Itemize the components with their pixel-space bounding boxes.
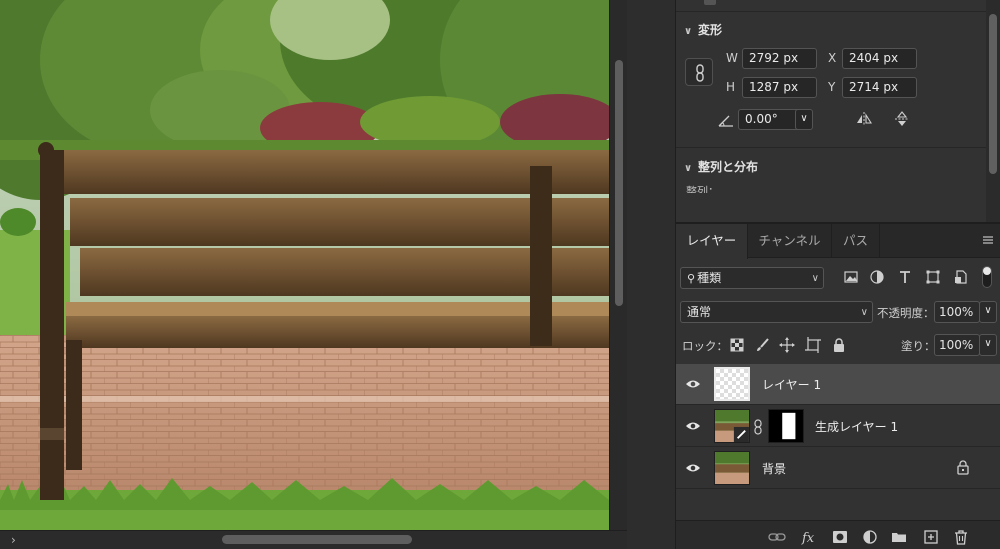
toggle-knob <box>983 267 991 275</box>
link-dimensions-button[interactable] <box>685 58 713 86</box>
lock-transparent-pixels-icon[interactable] <box>728 336 746 354</box>
layer-style-fx-icon[interactable]: fx <box>800 528 818 546</box>
canvas-vertical-scrollbar[interactable] <box>609 0 627 530</box>
layer-thumbnail-transparent <box>714 367 750 401</box>
opacity-field[interactable]: 100% <box>934 301 980 323</box>
layer-row-layer1[interactable]: レイヤー 1 <box>676 364 1000 405</box>
tab-paths[interactable]: パス <box>832 224 880 258</box>
chevron-down-icon: ∨ <box>800 113 808 124</box>
lock-image-pixels-icon[interactable] <box>754 336 772 354</box>
pixel-filter-icon[interactable] <box>842 268 860 286</box>
svg-text:fx: fx <box>801 531 815 546</box>
height-field[interactable]: 1287 px <box>742 77 817 98</box>
opacity-dropdown[interactable]: ∨ <box>979 301 997 323</box>
fill-label: 塗り： <box>901 339 936 353</box>
tab-channels[interactable]: チャンネル <box>748 224 832 258</box>
chevron-down-icon: ∨ <box>684 163 693 174</box>
chevron-down-icon: ∨ <box>684 26 693 37</box>
scroll-thumb[interactable] <box>615 60 623 306</box>
panel-gutter <box>627 0 676 549</box>
layer-row-background[interactable]: 背景 <box>676 448 1000 489</box>
adjustment-filter-icon[interactable] <box>868 268 886 286</box>
angle-dropdown[interactable]: ∨ <box>795 109 813 130</box>
visibility-eye-icon[interactable] <box>685 419 701 433</box>
document-canvas[interactable] <box>0 0 609 530</box>
shape-filter-icon[interactable] <box>924 268 942 286</box>
layer-thumbnail-background <box>714 451 750 485</box>
adjustment-layer-icon[interactable] <box>861 528 879 546</box>
y-position-field[interactable]: 2714 px <box>842 77 917 98</box>
new-group-folder-icon[interactable] <box>890 528 908 546</box>
align-sub-label: 整列： <box>686 185 719 193</box>
filter-label: 種類 <box>697 271 722 285</box>
scroll-thumb[interactable] <box>989 14 997 174</box>
link-icon <box>696 64 704 82</box>
transform-section-header[interactable]: ∨ 変形 <box>684 21 722 38</box>
layers-footer: fx <box>676 520 1000 549</box>
x-label: X <box>828 51 837 65</box>
smart-object-filter-icon[interactable] <box>952 268 970 286</box>
flip-horizontal-icon[interactable] <box>854 109 874 129</box>
new-layer-icon[interactable] <box>922 528 940 546</box>
swatch <box>704 0 716 5</box>
layer-name[interactable]: 生成レイヤー 1 <box>815 418 898 435</box>
chevron-down-icon: ∨ <box>860 307 868 318</box>
fill-dropdown[interactable]: ∨ <box>979 334 997 356</box>
align-section-header[interactable]: ∨ 整列と分布 <box>684 158 758 175</box>
visibility-eye-icon[interactable] <box>685 461 701 475</box>
link-layers-icon[interactable] <box>768 528 786 546</box>
layer-thumbnail-photo <box>714 409 750 443</box>
panel-tabs: レイヤー チャンネル パス <box>676 224 1000 259</box>
lock-all-icon[interactable] <box>830 336 848 354</box>
fill-field[interactable]: 100% <box>934 334 980 356</box>
lock-position-icon[interactable] <box>778 336 796 354</box>
tab-layers[interactable]: レイヤー <box>676 224 748 259</box>
layer-mask-thumbnail[interactable] <box>768 409 804 443</box>
chevron-right-icon[interactable]: › <box>11 533 16 547</box>
lock-label: ロック： <box>682 339 728 353</box>
layer-name[interactable]: レイヤー 1 <box>762 376 821 393</box>
mask-link-icon[interactable] <box>753 419 763 435</box>
h-label: H <box>726 80 736 94</box>
canvas-image <box>0 0 609 530</box>
blend-mode-value: 通常 <box>687 305 712 319</box>
y-label: Y <box>828 80 836 94</box>
trash-icon[interactable] <box>952 528 970 546</box>
width-field[interactable]: 2792 px <box>742 48 817 69</box>
chevron-down-icon: ∨ <box>984 338 992 349</box>
visibility-eye-icon[interactable] <box>685 377 701 391</box>
layer-lock-icon[interactable] <box>956 460 970 475</box>
properties-panel: ∨ 変形 W 2792 px X 2404 px H 1287 px Y 2714… <box>676 0 986 222</box>
layers-panel: レイヤー チャンネル パス ⚲ 種類 ∨ 通常 ∨ 不透明度： 100% ∨ ロッ… <box>676 222 1000 549</box>
previous-section-edge <box>676 0 986 12</box>
layer-name[interactable]: 背景 <box>762 460 786 477</box>
canvas-horizontal-scrollbar[interactable]: › <box>0 530 627 549</box>
search-icon: ⚲ <box>687 272 696 285</box>
chevron-down-icon: ∨ <box>811 273 819 284</box>
align-title: 整列と分布 <box>698 160 759 174</box>
flip-vertical-icon[interactable] <box>892 109 912 129</box>
add-mask-icon[interactable] <box>831 528 849 546</box>
opacity-label: 不透明度： <box>877 306 935 320</box>
layer-row-generative[interactable]: 生成レイヤー 1 <box>676 406 1000 447</box>
w-label: W <box>726 51 738 65</box>
divider <box>676 147 986 148</box>
filter-toggle[interactable] <box>982 266 992 288</box>
properties-scrollbar[interactable] <box>986 0 1000 222</box>
layer-filter-select[interactable]: ⚲ 種類 ∨ <box>680 267 824 289</box>
panel-menu-icon[interactable] <box>982 233 994 247</box>
lock-artboard-icon[interactable] <box>804 336 822 354</box>
type-filter-icon[interactable] <box>896 268 914 286</box>
x-position-field[interactable]: 2404 px <box>842 48 917 69</box>
angle-icon <box>718 115 733 127</box>
chevron-down-icon: ∨ <box>984 305 992 316</box>
transform-title: 変形 <box>698 23 723 37</box>
scroll-thumb[interactable] <box>222 535 412 544</box>
blend-mode-select[interactable]: 通常 ∨ <box>680 301 873 323</box>
